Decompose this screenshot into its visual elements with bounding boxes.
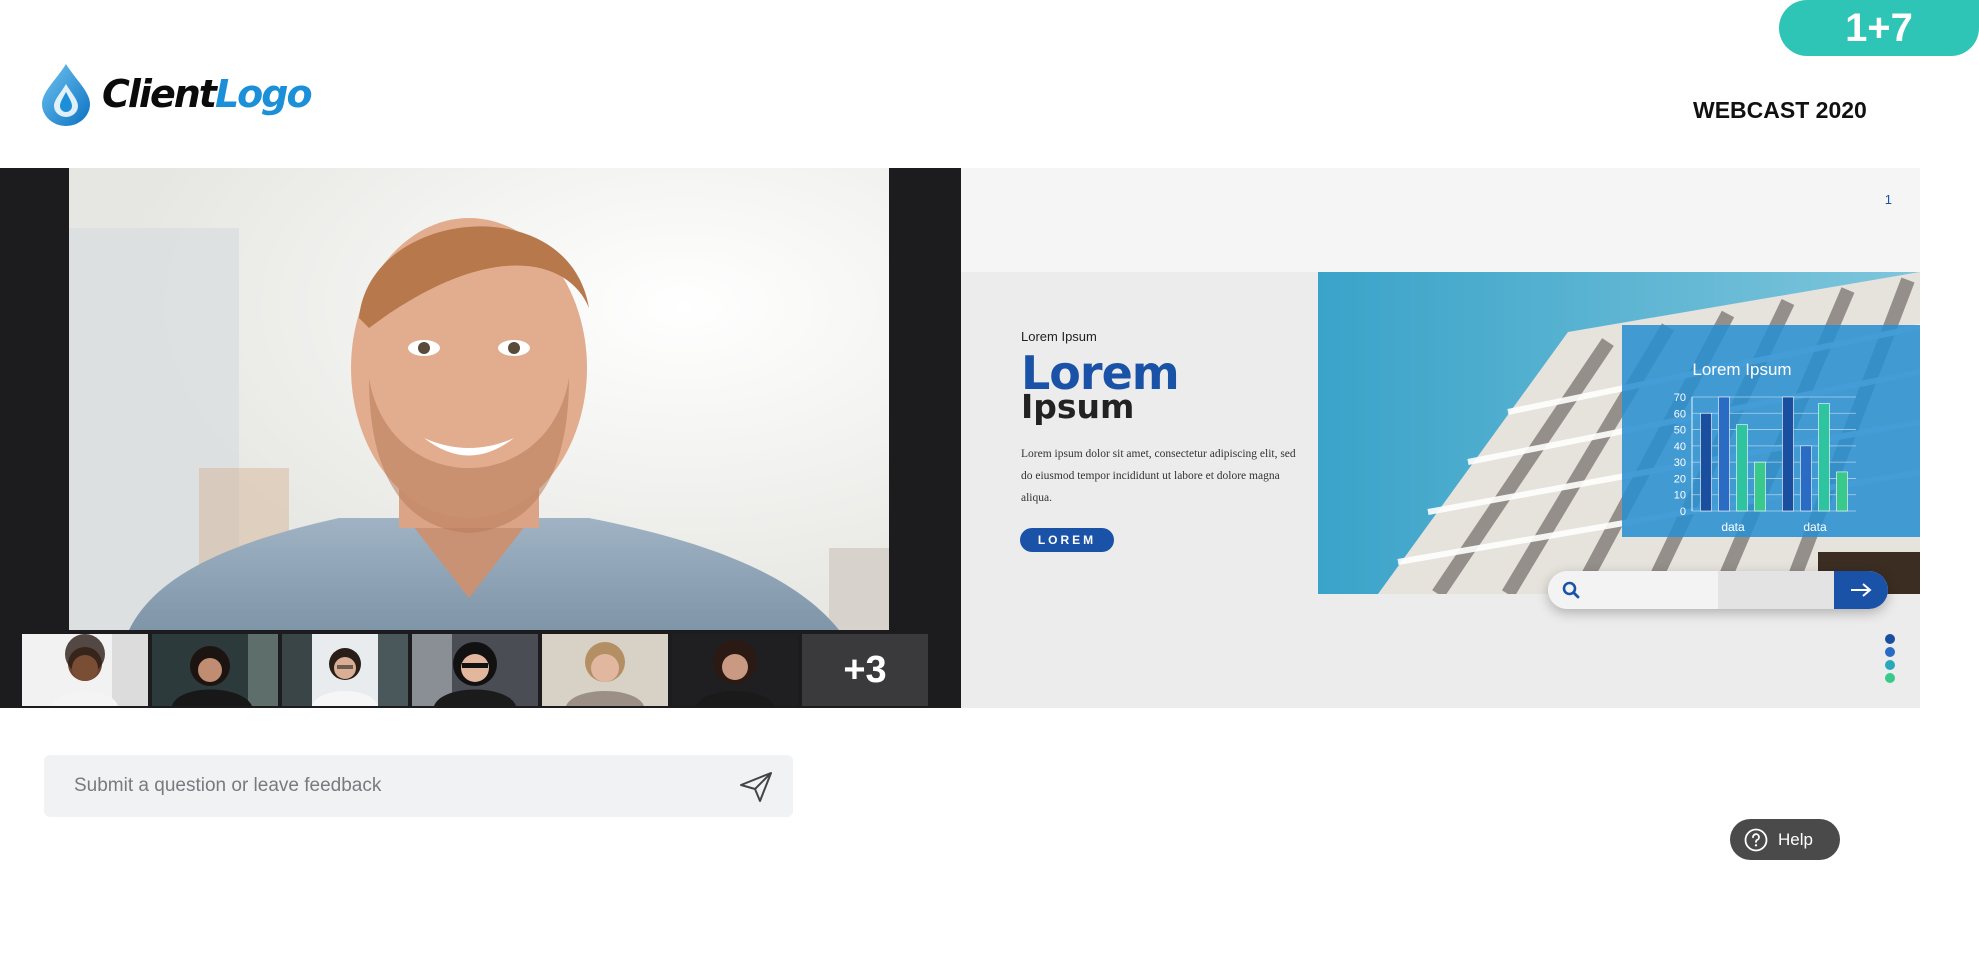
chart-y-tick-label: 0: [1680, 506, 1686, 518]
question-input[interactable]: [74, 773, 714, 799]
chart-bar: [1736, 424, 1748, 512]
speaker-image: [69, 168, 889, 630]
slide-cta-button[interactable]: LOREM: [1020, 528, 1114, 552]
participant-count-badge: 1+7: [1779, 0, 1979, 56]
chart-bar: [1800, 445, 1812, 512]
chart-y-tick-label: 30: [1674, 457, 1686, 469]
chart-y-tick-label: 50: [1674, 425, 1686, 437]
participant-thumbnail[interactable]: [282, 634, 408, 706]
chart-x-tick-label: data: [1721, 520, 1745, 534]
chart-bar: [1718, 396, 1730, 512]
chart-x-tick-label: data: [1803, 520, 1827, 534]
slide-subheadline: Ipsum: [1021, 387, 1135, 426]
slide-pager-dots: [1885, 634, 1895, 683]
participant-thumbnails: +3: [22, 634, 928, 706]
pager-dot[interactable]: [1885, 660, 1895, 670]
search-icon: [1562, 581, 1580, 599]
logo-text-dark: Client: [102, 72, 217, 116]
search-submit-button[interactable]: [1834, 571, 1888, 609]
send-icon[interactable]: [738, 771, 774, 803]
chart-bar: [1754, 461, 1766, 512]
arrow-right-icon: [1851, 583, 1872, 597]
question-feedback-box: [44, 755, 793, 817]
webcast-page: ClientLogo 1+7 WEBCAST 2020 +3 1 Lorem I…: [0, 0, 1979, 958]
chart-y-tick-label: 70: [1674, 392, 1686, 404]
bar-chart: Lorem Ipsum 0 10 20 30 40 50 60 70 data data: [1622, 325, 1920, 537]
participant-thumbnail[interactable]: [152, 634, 278, 706]
chart-bar: [1782, 396, 1794, 512]
help-circle-icon: [1744, 828, 1768, 851]
chart-title: Lorem Ipsum: [1692, 360, 1791, 379]
event-title: WEBCAST 2020: [1693, 97, 1867, 123]
slide-search-bar[interactable]: [1548, 571, 1888, 609]
pager-dot[interactable]: [1885, 647, 1895, 657]
slide-body-text: Lorem ipsum dolor sit amet, consectetur …: [1021, 448, 1296, 504]
participant-thumbnail[interactable]: [22, 634, 148, 706]
logo-text-blue: Logo: [214, 72, 313, 116]
participant-thumbnail[interactable]: [542, 634, 668, 706]
chart-y-tick-label: 20: [1674, 473, 1686, 485]
client-logo: ClientLogo: [38, 62, 313, 126]
logo-wordmark: ClientLogo: [102, 72, 313, 116]
help-label: Help: [1778, 829, 1813, 849]
participant-thumbnail[interactable]: [672, 634, 798, 706]
chart-panel-background: [1622, 325, 1920, 537]
pager-dot[interactable]: [1885, 634, 1895, 644]
participant-thumbnail[interactable]: [412, 634, 538, 706]
chart-y-tick-label: 10: [1674, 490, 1686, 502]
presentation-slide: 1 Lorem Ipsum Lorem Ipsum Lorem ipsum do…: [961, 168, 1920, 708]
chart-y-tick-label: 60: [1674, 408, 1686, 420]
help-button[interactable]: Help: [1730, 819, 1840, 860]
slide-page-number: 1: [1884, 192, 1892, 207]
chart-bar: [1818, 403, 1830, 512]
slide-eyebrow: Lorem Ipsum: [1021, 329, 1097, 344]
slide-top-band: [961, 168, 1920, 272]
chart-bar: [1836, 471, 1848, 512]
main-speaker-video[interactable]: [69, 168, 889, 630]
more-participants-tile[interactable]: +3: [802, 634, 928, 706]
water-drop-logo-icon: [42, 64, 90, 126]
video-stage: +3: [0, 168, 961, 708]
chart-bar: [1700, 412, 1712, 512]
pager-dot[interactable]: [1885, 673, 1895, 683]
chart-y-tick-label: 40: [1674, 441, 1686, 453]
